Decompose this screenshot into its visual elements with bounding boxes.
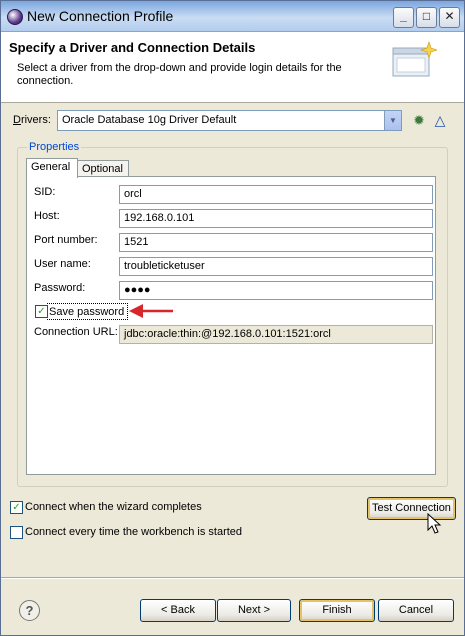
connection-url-field: jdbc:oracle:thin:@192.168.0.101:1521:orc… [119,325,433,344]
back-button[interactable]: < Back [140,599,216,622]
dialog-window: New Connection Profile _ □ ✕ Specify a D… [0,0,465,636]
password-label: Password: [34,282,86,294]
password-field[interactable]: ●●●● [119,281,433,300]
properties-legend: Properties [27,141,82,153]
driver-selected-value: Oracle Database 10g Driver Default [62,114,237,126]
maximize-button[interactable]: □ [416,7,437,28]
chevron-down-icon[interactable]: ▼ [384,111,401,130]
minimize-button[interactable]: _ [393,7,414,28]
cancel-button[interactable]: Cancel [378,599,454,622]
sid-field[interactable]: orcl [119,185,433,204]
finish-button[interactable]: Finish [299,599,375,622]
page-description: Select a driver from the drop-down and p… [17,62,342,87]
wizard-banner: Specify a Driver and Connection Details … [1,32,464,103]
wizard-banner-icon [392,41,437,77]
host-label: Host: [34,210,60,222]
help-button[interactable]: ? [19,600,40,621]
edit-driver-icon[interactable]: △ [432,112,448,128]
user-name-field[interactable]: troubleticketuser [119,257,433,276]
add-driver-icon[interactable]: ✹ [411,112,427,128]
connection-url-label: Connection URL: [34,326,118,338]
port-field[interactable]: 1521 [119,233,433,252]
host-field[interactable]: 192.168.0.101 [119,209,433,228]
button-bar-separator [1,577,464,579]
connect-when-complete-checkbox[interactable]: ✓ [10,501,23,514]
user-name-label: User name: [34,258,91,270]
connect-when-complete-label[interactable]: Connect when the wizard completes [25,501,202,513]
eclipse-icon [7,9,23,25]
title-bar[interactable]: New Connection Profile _ □ ✕ [1,1,464,32]
sid-label: SID: [34,186,56,198]
port-label: Port number: [34,234,98,246]
tab-general[interactable]: General [26,158,78,178]
close-button[interactable]: ✕ [439,7,460,28]
page-title: Specify a Driver and Connection Details [9,40,256,55]
mouse-cursor-icon [427,513,442,534]
window-title: New Connection Profile [27,8,174,24]
drivers-label: Drivers: [13,114,51,126]
driver-select[interactable]: Oracle Database 10g Driver Default ▼ [57,110,402,131]
annotation-arrow-icon [129,304,173,318]
next-button[interactable]: Next > [217,599,291,622]
save-password-checkbox[interactable]: ✓ [35,305,48,318]
connect-every-time-checkbox[interactable] [10,526,23,539]
connect-every-time-label[interactable]: Connect every time the workbench is star… [25,526,242,538]
save-password-label[interactable]: Save password [49,306,124,318]
